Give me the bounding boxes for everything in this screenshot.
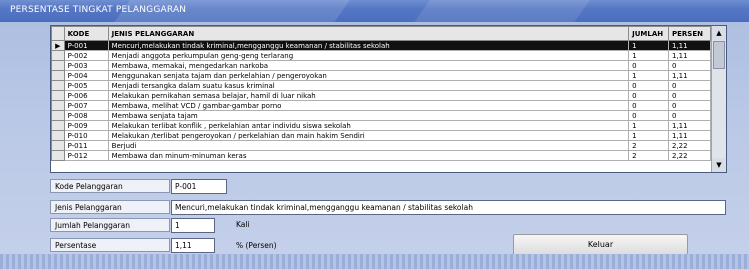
cell-jumlah[interactable]: 0 xyxy=(628,110,669,121)
column-header-persen[interactable]: PERSEN xyxy=(667,26,712,41)
table-row[interactable]: P-005 Menjadi tersangka dalam suatu kasus… xyxy=(51,80,712,91)
column-header-jumlah[interactable]: JUMLAH xyxy=(628,26,669,41)
row-indicator[interactable] xyxy=(51,50,65,61)
cell-persen[interactable]: 1,11 xyxy=(667,40,712,51)
cell-jumlah[interactable]: 2 xyxy=(628,150,669,161)
cell-jumlah[interactable]: 1 xyxy=(628,50,669,61)
keluar-button[interactable]: Keluar xyxy=(513,234,688,256)
row-indicator-header xyxy=(51,26,65,41)
table-row[interactable]: P-006 Melakukan pernikahan semasa belajar… xyxy=(51,90,712,101)
cell-kode[interactable]: P-007 xyxy=(63,100,109,111)
table-row[interactable]: P-004 Menggunakan senjata tajam dan perke… xyxy=(51,70,712,81)
cell-kode[interactable]: P-012 xyxy=(63,150,109,161)
window-title: PERSENTASE TINGKAT PELANGGARAN xyxy=(10,5,187,15)
scroll-down-icon[interactable]: ▼ xyxy=(712,158,726,172)
table-row[interactable]: ▶ P-001 Mencuri,melakukan tindak kriminal,… xyxy=(51,40,712,51)
cell-kode[interactable]: P-004 xyxy=(63,70,109,81)
cell-jenis[interactable]: Membawa dan minum-minuman keras xyxy=(107,150,630,161)
table-row[interactable]: P-008 Membawa senjata tajam 0 0 xyxy=(51,110,712,121)
cell-kode[interactable]: P-008 xyxy=(63,110,109,121)
row-indicator[interactable] xyxy=(51,100,65,111)
cell-kode[interactable]: P-003 xyxy=(63,60,109,71)
cell-persen[interactable]: 2,22 xyxy=(667,140,712,151)
table-row[interactable]: P-007 Membawa, melihat VCD / gambar-gamba… xyxy=(51,100,712,111)
cell-kode[interactable]: P-002 xyxy=(63,50,109,61)
row-indicator[interactable] xyxy=(51,110,65,121)
cell-jenis[interactable]: Mencuri,melakukan tindak kriminal,mengga… xyxy=(107,40,630,51)
cell-persen[interactable]: 2,22 xyxy=(667,150,712,161)
cell-persen[interactable]: 1,11 xyxy=(667,120,712,131)
table-row[interactable]: P-002 Menjadi anggota perkumpulan geng-ge… xyxy=(51,50,712,61)
cell-kode[interactable]: P-006 xyxy=(63,90,109,101)
table-row[interactable]: P-009 Melakukan terlibat konflik , perkel… xyxy=(51,120,712,131)
cell-persen[interactable]: 0 xyxy=(667,60,712,71)
title-bar: PERSENTASE TINGKAT PELANGGARAN xyxy=(0,0,749,22)
row-indicator[interactable] xyxy=(51,150,65,161)
cell-persen[interactable]: 0 xyxy=(667,90,712,101)
cell-jenis[interactable]: Menggunakan senjata tajam dan perkelahia… xyxy=(107,70,630,81)
persen-label: Persentase xyxy=(50,238,170,252)
cell-persen[interactable]: 1,11 xyxy=(667,70,712,81)
cell-jumlah[interactable]: 1 xyxy=(628,130,669,141)
cell-jumlah[interactable]: 0 xyxy=(628,100,669,111)
scroll-up-icon[interactable]: ▲ xyxy=(712,26,726,40)
cell-persen[interactable]: 1,11 xyxy=(667,130,712,141)
persen-field[interactable]: 1,11 xyxy=(171,238,215,253)
cell-jenis[interactable]: Berjudi xyxy=(107,140,630,151)
cell-jumlah[interactable]: 1 xyxy=(628,70,669,81)
cell-kode[interactable]: P-009 xyxy=(63,120,109,131)
violations-table: KODE JENIS PELANGGARAN JUMLAH PERSEN ▶ P-… xyxy=(51,26,712,161)
cell-jumlah[interactable]: 0 xyxy=(628,60,669,71)
cell-jenis[interactable]: Membawa senjata tajam xyxy=(107,110,630,121)
kode-label: Kode Pelanggaran xyxy=(50,179,170,193)
row-indicator[interactable] xyxy=(51,70,65,81)
row-indicator[interactable] xyxy=(51,60,65,71)
cell-jumlah[interactable]: 1 xyxy=(628,120,669,131)
table-row[interactable]: P-012 Membawa dan minum-minuman keras 2 2,2… xyxy=(51,150,712,161)
scroll-thumb[interactable] xyxy=(713,41,725,69)
cell-jumlah[interactable]: 2 xyxy=(628,140,669,151)
cell-jenis[interactable]: Membawa, melihat VCD / gambar-gambar por… xyxy=(107,100,630,111)
cell-kode[interactable]: P-005 xyxy=(63,80,109,91)
jumlah-unit: Kali xyxy=(236,220,250,229)
jumlah-label: Jumlah Pelanggaran xyxy=(50,218,170,232)
cell-jenis[interactable]: Menjadi tersangka dalam suatu kasus krim… xyxy=(107,80,630,91)
cell-kode[interactable]: P-011 xyxy=(63,140,109,151)
kode-field[interactable]: P-001 xyxy=(171,179,227,194)
table-row[interactable]: P-003 Membawa, memakai, mengedarkan narko… xyxy=(51,60,712,71)
cell-jumlah[interactable]: 0 xyxy=(628,80,669,91)
cell-persen[interactable]: 0 xyxy=(667,100,712,111)
cell-jenis[interactable]: Melakukan /terlibat pengeroyokan / perke… xyxy=(107,130,630,141)
table-row[interactable]: P-010 Melakukan /terlibat pengeroyokan / … xyxy=(51,130,712,141)
table-row[interactable]: P-011 Berjudi 2 2,22 xyxy=(51,140,712,151)
cell-jumlah[interactable]: 0 xyxy=(628,90,669,101)
row-indicator[interactable] xyxy=(51,130,65,141)
persen-unit: % (Persen) xyxy=(236,241,277,250)
bottom-decorative-bar xyxy=(0,254,749,269)
current-row-pointer-icon[interactable]: ▶ xyxy=(51,40,65,51)
cell-jenis[interactable]: Menjadi anggota perkumpulan geng-geng te… xyxy=(107,50,630,61)
cell-jumlah[interactable]: 1 xyxy=(628,40,669,51)
row-indicator[interactable] xyxy=(51,120,65,131)
violations-grid[interactable]: KODE JENIS PELANGGARAN JUMLAH PERSEN ▶ P-… xyxy=(50,25,727,173)
row-indicator[interactable] xyxy=(51,90,65,101)
cell-jenis[interactable]: Membawa, memakai, mengedarkan narkoba xyxy=(107,60,630,71)
table-header-row: KODE JENIS PELANGGARAN JUMLAH PERSEN xyxy=(51,26,712,41)
cell-kode[interactable]: P-001 xyxy=(63,40,109,51)
row-indicator[interactable] xyxy=(51,80,65,91)
grid-vertical-scrollbar[interactable]: ▲ ▼ xyxy=(711,26,726,172)
cell-kode[interactable]: P-010 xyxy=(63,130,109,141)
jumlah-field[interactable]: 1 xyxy=(171,218,215,233)
cell-persen[interactable]: 0 xyxy=(667,110,712,121)
jenis-field[interactable]: Mencuri,melakukan tindak kriminal,mengga… xyxy=(171,200,726,215)
jenis-label: Jenis Pelanggaran xyxy=(50,200,170,214)
column-header-jenis[interactable]: JENIS PELANGGARAN xyxy=(107,26,630,41)
row-indicator[interactable] xyxy=(51,140,65,151)
cell-jenis[interactable]: Melakukan terlibat konflik , perkelahian… xyxy=(107,120,630,131)
cell-jenis[interactable]: Melakukan pernikahan semasa belajar, ham… xyxy=(107,90,630,101)
cell-persen[interactable]: 1,11 xyxy=(667,50,712,61)
cell-persen[interactable]: 0 xyxy=(667,80,712,91)
column-header-kode[interactable]: KODE xyxy=(63,26,109,41)
